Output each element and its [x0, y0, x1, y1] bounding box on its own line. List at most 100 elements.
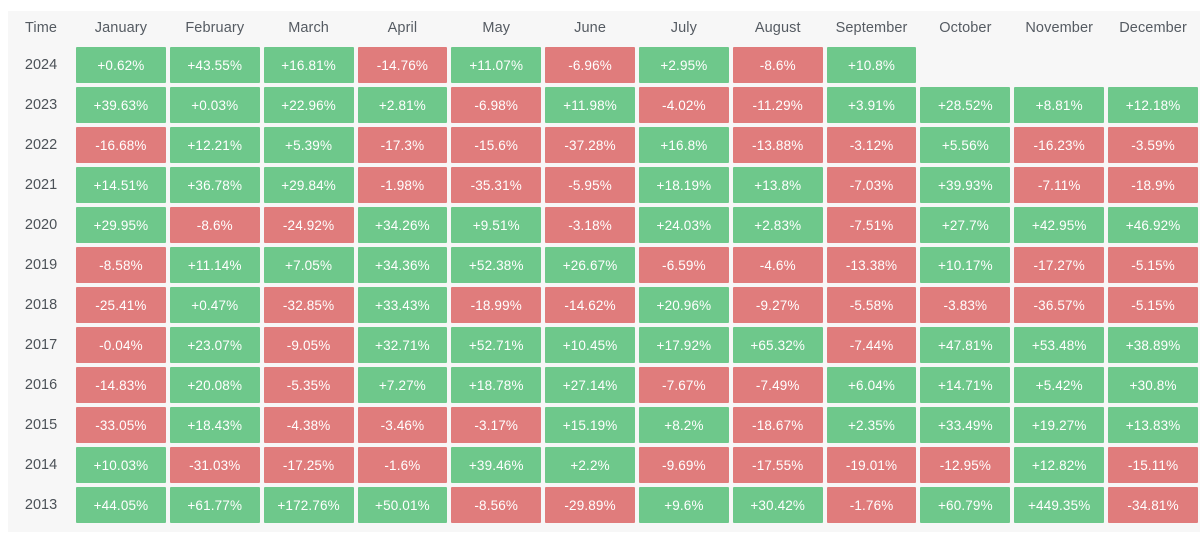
heatmap-cell[interactable]: -8.58% [74, 245, 168, 285]
heatmap-cell[interactable]: +449.35% [1012, 485, 1107, 525]
heatmap-cell[interactable]: -3.12% [824, 125, 919, 165]
heatmap-cell[interactable]: +11.07% [449, 45, 544, 85]
heatmap-cell[interactable]: +19.27% [1012, 405, 1107, 445]
heatmap-cell[interactable]: -3.17% [449, 405, 544, 445]
heatmap-cell[interactable]: +3.91% [824, 85, 919, 125]
heatmap-cell[interactable]: -5.35% [261, 365, 356, 405]
heatmap-cell[interactable]: +65.32% [730, 325, 825, 365]
heatmap-cell[interactable]: -17.3% [355, 125, 450, 165]
heatmap-cell[interactable]: +12.21% [167, 125, 262, 165]
heatmap-cell[interactable]: +18.43% [167, 405, 262, 445]
heatmap-cell[interactable]: +0.03% [167, 85, 262, 125]
heatmap-cell[interactable]: -8.6% [730, 45, 825, 85]
heatmap-cell[interactable]: +10.45% [543, 325, 637, 365]
heatmap-cell[interactable]: -17.55% [730, 445, 825, 485]
heatmap-cell[interactable]: +46.92% [1106, 205, 1200, 245]
heatmap-cell[interactable]: -17.25% [261, 445, 356, 485]
heatmap-cell[interactable]: -7.51% [824, 205, 919, 245]
heatmap-cell[interactable]: +36.78% [167, 165, 262, 205]
heatmap-cell[interactable]: +5.42% [1012, 365, 1107, 405]
heatmap-cell[interactable]: -3.59% [1106, 125, 1200, 165]
heatmap-cell[interactable]: +16.81% [261, 45, 356, 85]
heatmap-cell[interactable]: +17.92% [636, 325, 731, 365]
heatmap-cell[interactable]: -14.83% [74, 365, 168, 405]
heatmap-cell[interactable]: +20.96% [636, 285, 731, 325]
heatmap-cell[interactable] [1012, 45, 1107, 85]
heatmap-cell[interactable]: -3.83% [918, 285, 1013, 325]
heatmap-cell[interactable]: +52.38% [449, 245, 544, 285]
heatmap-cell[interactable]: +10.03% [74, 445, 168, 485]
heatmap-cell[interactable]: +27.7% [918, 205, 1013, 245]
heatmap-cell[interactable]: -6.98% [449, 85, 544, 125]
heatmap-cell[interactable]: +2.35% [824, 405, 919, 445]
heatmap-cell[interactable]: +20.08% [167, 365, 262, 405]
heatmap-cell[interactable]: -18.9% [1106, 165, 1200, 205]
heatmap-cell[interactable]: +7.27% [355, 365, 450, 405]
heatmap-cell[interactable]: +2.2% [543, 445, 637, 485]
heatmap-cell[interactable]: +8.81% [1012, 85, 1107, 125]
heatmap-cell[interactable]: +14.51% [74, 165, 168, 205]
heatmap-cell[interactable]: +28.52% [918, 85, 1013, 125]
heatmap-cell[interactable]: +11.98% [543, 85, 637, 125]
heatmap-cell[interactable]: -19.01% [824, 445, 919, 485]
heatmap-cell[interactable]: -36.57% [1012, 285, 1107, 325]
heatmap-cell[interactable]: -3.46% [355, 405, 450, 445]
heatmap-cell[interactable]: +16.8% [636, 125, 731, 165]
heatmap-cell[interactable]: +44.05% [74, 485, 168, 525]
heatmap-cell[interactable]: -31.03% [167, 445, 262, 485]
heatmap-cell[interactable]: +33.49% [918, 405, 1013, 445]
heatmap-cell[interactable]: -4.6% [730, 245, 825, 285]
heatmap-cell[interactable]: +30.42% [730, 485, 825, 525]
heatmap-cell[interactable]: -24.92% [261, 205, 356, 245]
heatmap-cell[interactable]: -8.6% [167, 205, 262, 245]
heatmap-cell[interactable]: +6.04% [824, 365, 919, 405]
heatmap-cell[interactable]: +38.89% [1106, 325, 1200, 365]
heatmap-cell[interactable]: +2.95% [636, 45, 731, 85]
heatmap-cell[interactable]: -33.05% [74, 405, 168, 445]
heatmap-cell[interactable]: +29.84% [261, 165, 356, 205]
heatmap-cell[interactable]: +9.51% [449, 205, 544, 245]
heatmap-cell[interactable]: -16.23% [1012, 125, 1107, 165]
heatmap-cell[interactable]: -7.49% [730, 365, 825, 405]
heatmap-cell[interactable]: +34.36% [355, 245, 450, 285]
heatmap-cell[interactable]: +5.56% [918, 125, 1013, 165]
heatmap-cell[interactable]: -6.59% [636, 245, 731, 285]
heatmap-cell[interactable]: +18.78% [449, 365, 544, 405]
heatmap-cell[interactable]: +13.8% [730, 165, 825, 205]
heatmap-cell[interactable]: +12.18% [1106, 85, 1200, 125]
heatmap-cell[interactable]: -8.56% [449, 485, 544, 525]
heatmap-cell[interactable]: -5.15% [1106, 245, 1200, 285]
heatmap-cell[interactable]: -7.03% [824, 165, 919, 205]
heatmap-cell[interactable]: +24.03% [636, 205, 731, 245]
heatmap-cell[interactable]: +39.46% [449, 445, 544, 485]
heatmap-cell[interactable]: -18.67% [730, 405, 825, 445]
heatmap-cell[interactable]: +0.62% [74, 45, 168, 85]
heatmap-cell[interactable]: +10.17% [918, 245, 1013, 285]
heatmap-cell[interactable]: +52.71% [449, 325, 544, 365]
heatmap-cell[interactable]: -32.85% [261, 285, 356, 325]
heatmap-cell[interactable]: -34.81% [1106, 485, 1200, 525]
heatmap-cell[interactable]: +32.71% [355, 325, 450, 365]
heatmap-cell[interactable]: +14.71% [918, 365, 1013, 405]
heatmap-cell[interactable]: -9.69% [636, 445, 731, 485]
heatmap-cell[interactable]: -5.15% [1106, 285, 1200, 325]
heatmap-cell[interactable]: +7.05% [261, 245, 356, 285]
heatmap-cell[interactable]: -9.27% [730, 285, 825, 325]
heatmap-cell[interactable]: +61.77% [167, 485, 262, 525]
heatmap-cell[interactable]: -37.28% [543, 125, 637, 165]
heatmap-cell[interactable]: +60.79% [918, 485, 1013, 525]
heatmap-cell[interactable]: -7.67% [636, 365, 731, 405]
heatmap-cell[interactable]: -16.68% [74, 125, 168, 165]
heatmap-cell[interactable]: -5.95% [543, 165, 637, 205]
heatmap-cell[interactable]: +22.96% [261, 85, 356, 125]
heatmap-cell[interactable] [1106, 45, 1200, 85]
heatmap-cell[interactable]: +53.48% [1012, 325, 1107, 365]
heatmap-cell[interactable]: +172.76% [261, 485, 356, 525]
heatmap-cell[interactable]: +2.81% [355, 85, 450, 125]
heatmap-cell[interactable]: +10.8% [824, 45, 919, 85]
heatmap-cell[interactable]: +5.39% [261, 125, 356, 165]
heatmap-cell[interactable]: -13.38% [824, 245, 919, 285]
heatmap-cell[interactable]: -4.38% [261, 405, 356, 445]
heatmap-cell[interactable]: -7.44% [824, 325, 919, 365]
heatmap-cell[interactable]: +23.07% [167, 325, 262, 365]
